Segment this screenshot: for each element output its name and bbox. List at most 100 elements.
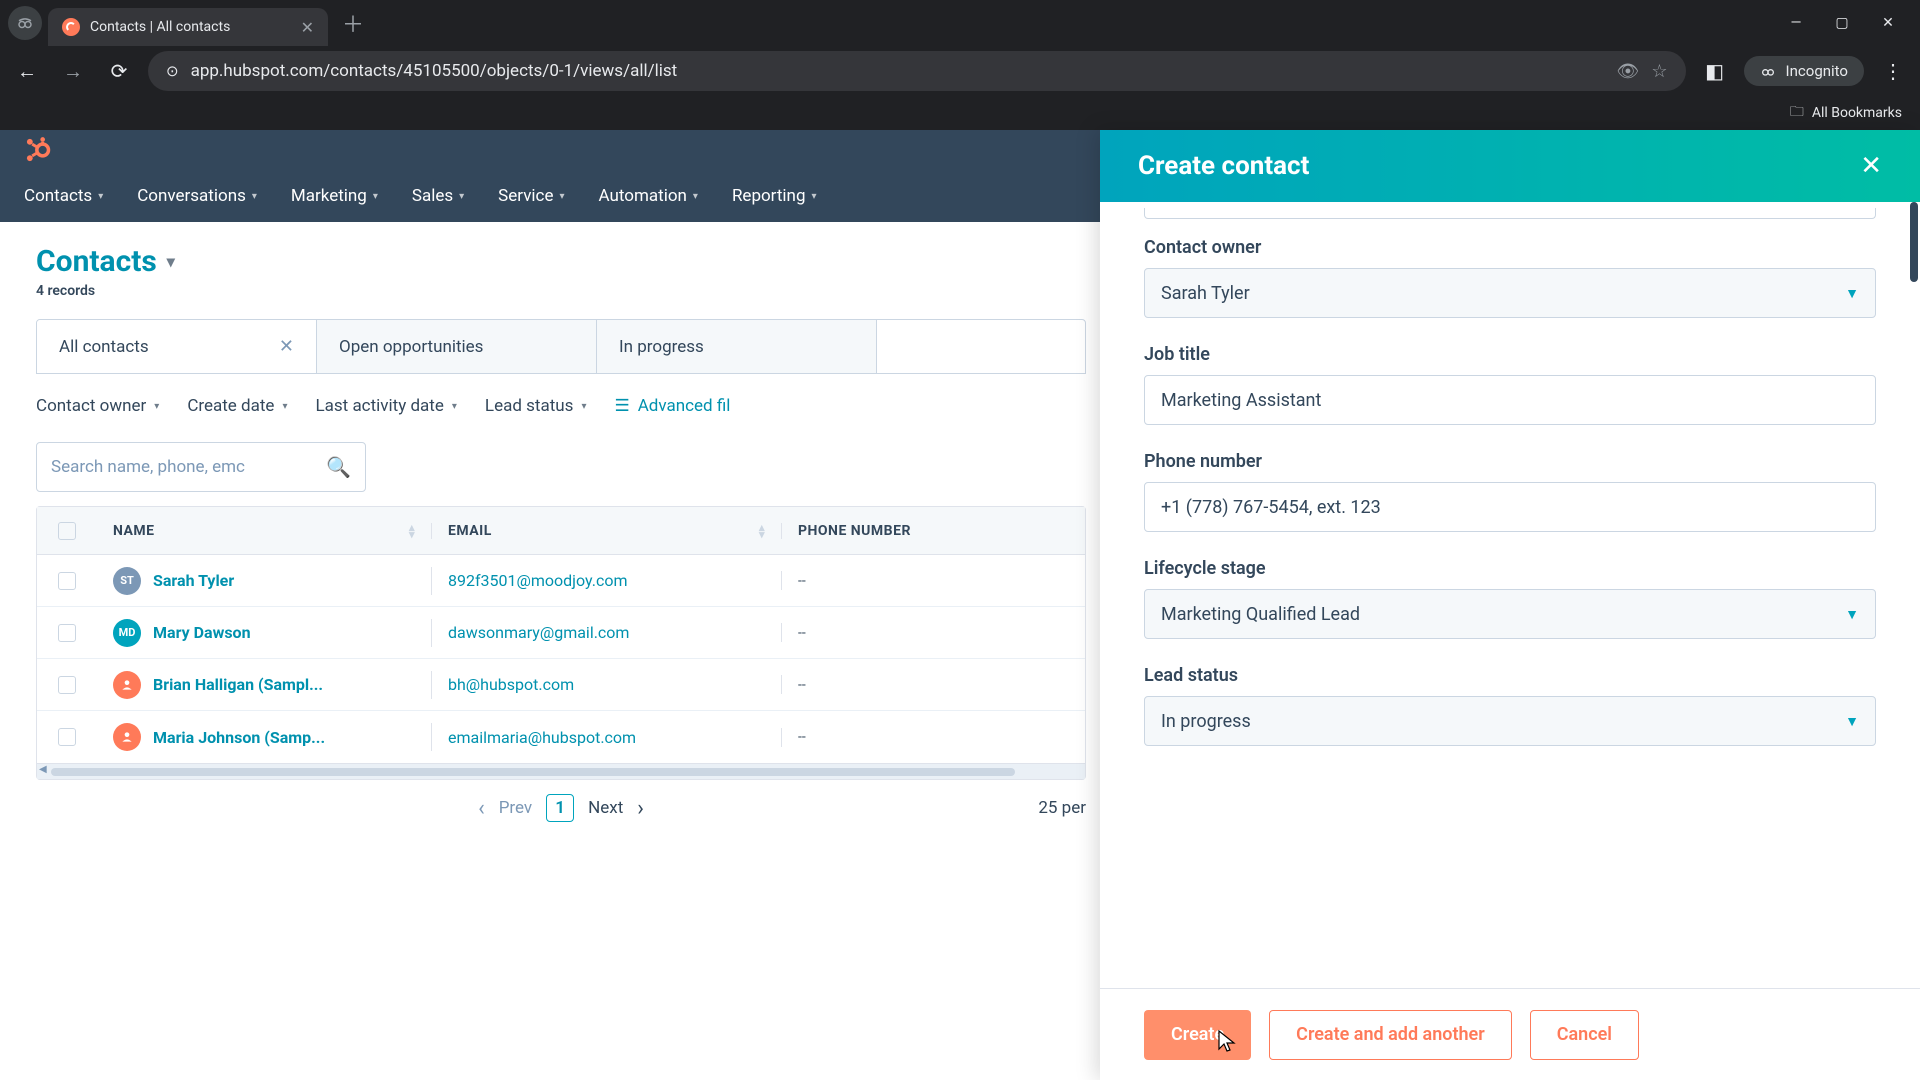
chevron-down-icon: ▾ [693, 191, 698, 202]
incognito-shield-icon [8, 6, 42, 40]
contact-email-link[interactable]: emailmaria@hubspot.com [448, 728, 636, 747]
panel-body: Contact owner Sarah Tyler ▼ Job title Ph… [1100, 202, 1920, 988]
next-arrow-icon[interactable]: › [637, 796, 644, 821]
hubspot-logo-icon[interactable] [24, 136, 52, 164]
search-input-wrapper: 🔍 [36, 442, 366, 492]
nav-contacts[interactable]: Contacts▾ [24, 186, 103, 206]
sort-icon: ▴▾ [759, 524, 765, 538]
bookmark-star-icon[interactable]: ☆ [1651, 61, 1667, 82]
new-tab-button[interactable]: ＋ [342, 7, 364, 39]
label-phone: Phone number [1144, 451, 1876, 472]
cancel-button[interactable]: Cancel [1530, 1010, 1639, 1060]
create-contact-panel: Create contact ✕ Contact owner Sarah Tyl… [1100, 130, 1920, 1080]
chevron-down-icon: ▾ [98, 191, 103, 202]
column-phone[interactable]: PHONE NUMBER [782, 523, 1085, 539]
contact-phone: -- [782, 573, 1085, 589]
contact-email-link[interactable]: 892f3501@moodjoy.com [448, 571, 628, 590]
row-checkbox[interactable] [58, 572, 76, 590]
contacts-table: NAME▴▾ EMAIL▴▾ PHONE NUMBER ST Sarah Tyl… [36, 506, 1086, 780]
contact-owner-select[interactable]: Sarah Tyler ▼ [1144, 268, 1876, 318]
chevron-down-icon: ▾ [812, 191, 817, 202]
address-bar-row: ← → ⟳ ⊙ app.hubspot.com/contacts/4510550… [0, 46, 1920, 96]
all-bookmarks-link[interactable]: All Bookmarks [1812, 105, 1902, 121]
nav-sales[interactable]: Sales▾ [412, 186, 464, 206]
advanced-filters-link[interactable]: ☰Advanced fil [614, 396, 730, 416]
scrollbar-thumb[interactable] [1910, 202, 1918, 282]
reload-button[interactable]: ⟳ [102, 54, 136, 88]
tab-open-opportunities[interactable]: Open opportunities [317, 320, 597, 373]
lifecycle-select[interactable]: Marketing Qualified Lead ▼ [1144, 589, 1876, 639]
lead-status-select[interactable]: In progress ▼ [1144, 696, 1876, 746]
nav-conversations[interactable]: Conversations▾ [137, 186, 257, 206]
contact-name-link[interactable]: Mary Dawson [153, 623, 251, 642]
table-row: ST Sarah Tyler 892f3501@moodjoy.com -- [37, 555, 1085, 607]
prev-button[interactable]: Prev [499, 798, 532, 818]
back-button[interactable]: ← [10, 54, 44, 88]
column-email[interactable]: EMAIL▴▾ [432, 523, 782, 539]
incognito-label: Incognito [1786, 62, 1848, 80]
row-checkbox[interactable] [58, 624, 76, 642]
job-title-input[interactable] [1144, 375, 1876, 425]
nav-automation[interactable]: Automation▾ [599, 186, 698, 206]
scroll-left-icon[interactable]: ◀ [39, 764, 47, 775]
kebab-menu-icon[interactable]: ⋮ [1876, 54, 1910, 88]
tab-all-contacts[interactable]: All contacts ✕ [37, 320, 317, 373]
contact-name-link[interactable]: Brian Halligan (Sampl... [153, 675, 323, 694]
horizontal-scrollbar[interactable]: ◀ [37, 763, 1085, 779]
per-page-select[interactable]: 25 per [1038, 798, 1086, 818]
nav-marketing[interactable]: Marketing▾ [291, 186, 378, 206]
chevron-down-icon: ▾ [252, 191, 257, 202]
contact-name-link[interactable]: Maria Johnson (Samp... [153, 728, 325, 747]
chevron-down-icon: ▾ [459, 191, 464, 202]
filter-contact-owner[interactable]: Contact owner▾ [36, 396, 159, 416]
close-window-button[interactable]: ✕ [1874, 15, 1902, 31]
prev-arrow-icon[interactable]: ‹ [478, 796, 485, 821]
chevron-down-icon: ▾ [154, 401, 159, 412]
create-button[interactable]: Create [1144, 1010, 1251, 1060]
row-checkbox[interactable] [58, 728, 76, 746]
search-input[interactable] [51, 457, 326, 477]
folder-icon: 🗀 [1790, 101, 1804, 125]
contact-phone: -- [782, 677, 1085, 693]
search-icon[interactable]: 🔍 [326, 455, 351, 479]
next-button[interactable]: Next [588, 798, 623, 818]
scrollbar-thumb[interactable] [51, 768, 1015, 776]
tab-strip: Contacts | All contacts ✕ ＋ ― ▢ ✕ [0, 0, 1920, 46]
minimize-button[interactable]: ― [1782, 15, 1810, 31]
panel-footer: Create Create and add another Cancel [1100, 988, 1920, 1080]
filter-lead-status[interactable]: Lead status▾ [485, 396, 587, 416]
filter-last-activity[interactable]: Last activity date▾ [315, 396, 456, 416]
incognito-indicator[interactable]: Incognito [1744, 56, 1864, 86]
page-number[interactable]: 1 [546, 794, 574, 822]
close-icon[interactable]: ✕ [279, 336, 294, 357]
label-lead-status: Lead status [1144, 665, 1876, 686]
close-panel-button[interactable]: ✕ [1860, 151, 1882, 181]
panel-header: Create contact ✕ [1100, 130, 1920, 202]
column-name[interactable]: NAME▴▾ [97, 523, 432, 539]
contact-name-link[interactable]: Sarah Tyler [153, 571, 234, 590]
address-bar[interactable]: ⊙ app.hubspot.com/contacts/45105500/obje… [148, 51, 1686, 91]
nav-reporting[interactable]: Reporting▾ [732, 186, 817, 206]
create-and-add-another-button[interactable]: Create and add another [1269, 1010, 1512, 1060]
eye-off-icon[interactable]: 👁 [1617, 61, 1640, 82]
tab-in-progress[interactable]: In progress [597, 320, 877, 373]
contact-email-link[interactable]: dawsonmary@gmail.com [448, 623, 629, 642]
chevron-down-icon: ▾ [559, 191, 564, 202]
bookmarks-bar: 🗀 All Bookmarks [0, 96, 1920, 130]
select-all-checkbox[interactable] [58, 522, 76, 540]
table-row: Maria Johnson (Samp... emailmaria@hubspo… [37, 711, 1085, 763]
site-info-icon[interactable]: ⊙ [166, 62, 179, 80]
tab-close-icon[interactable]: ✕ [301, 18, 314, 37]
nav-service[interactable]: Service▾ [498, 186, 564, 206]
maximize-button[interactable]: ▢ [1828, 15, 1856, 31]
avatar: ST [113, 567, 141, 595]
contact-email-link[interactable]: bh@hubspot.com [448, 675, 574, 694]
label-contact-owner: Contact owner [1144, 237, 1876, 258]
pagination: ‹ Prev 1 Next › 25 per [36, 794, 1086, 822]
side-panel-icon[interactable]: ◧ [1698, 54, 1732, 88]
panel-scrollbar[interactable] [1908, 202, 1918, 988]
filter-create-date[interactable]: Create date▾ [187, 396, 287, 416]
row-checkbox[interactable] [58, 676, 76, 694]
phone-input[interactable] [1144, 482, 1876, 532]
browser-tab[interactable]: Contacts | All contacts ✕ [48, 8, 328, 46]
